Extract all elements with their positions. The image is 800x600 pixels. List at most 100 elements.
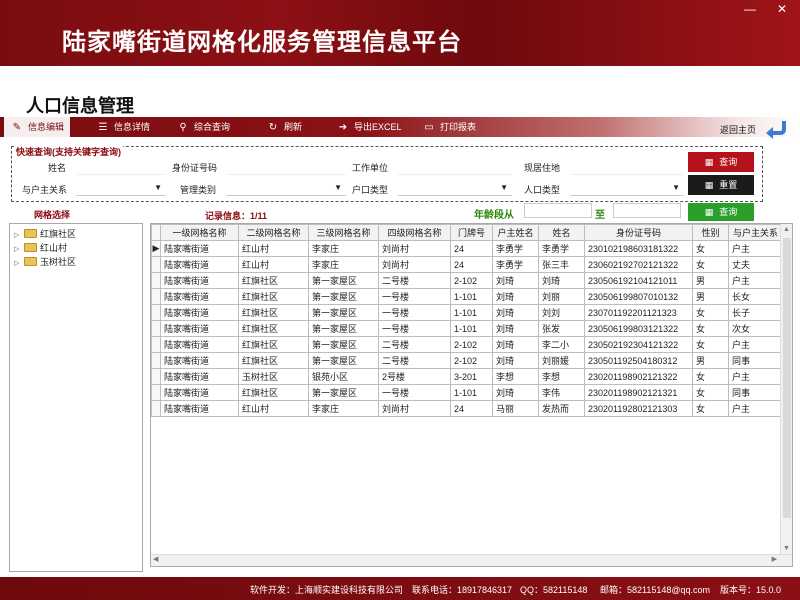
table-cell[interactable]: 230506192104121011 xyxy=(584,272,693,289)
table-row[interactable]: 陆家嘴街道 红旗社区 第一家屋区 一号楼 1-101 刘琦 李伟 23020119890212… xyxy=(151,384,783,401)
table-row[interactable]: ▶ 陆家嘴街道 红山村 李家庄 刘尚村 24 李勇学 李勇学 23010219860318132… xyxy=(151,240,783,257)
table-cell[interactable]: 2-102 xyxy=(450,352,493,369)
table-cell[interactable]: 发热而 xyxy=(538,400,585,417)
table-cell[interactable]: 230201198902121321 xyxy=(584,384,693,401)
table-cell[interactable]: 女 xyxy=(692,336,729,353)
scroll-thumb[interactable] xyxy=(783,238,791,518)
row-selector[interactable] xyxy=(151,352,161,369)
table-cell[interactable]: 玉树社区 xyxy=(238,368,309,385)
combined-search-button[interactable]: ⚲ 综合查询 xyxy=(176,117,230,137)
table-cell[interactable]: 李想 xyxy=(538,368,585,385)
row-selector[interactable] xyxy=(151,400,161,417)
column-header[interactable]: 三级网格名称 xyxy=(308,224,379,241)
table-row[interactable]: 陆家嘴街道 红旗社区 第一家屋区 二号楼 2-102 刘琦 李二小 2305021923041… xyxy=(151,336,783,353)
table-cell[interactable]: 女 xyxy=(692,320,729,337)
table-cell[interactable]: 红山村 xyxy=(238,400,309,417)
table-cell[interactable]: 李勇学 xyxy=(538,240,585,257)
table-cell[interactable]: 银苑小区 xyxy=(308,368,379,385)
table-cell[interactable]: 第一家屋区 xyxy=(308,384,379,401)
table-cell[interactable]: 230506199803121322 xyxy=(584,320,693,337)
table-cell[interactable]: 230701192201121323 xyxy=(584,304,693,321)
table-cell[interactable]: 230502192304121322 xyxy=(584,336,693,353)
minimize-button[interactable]: — xyxy=(742,2,758,16)
table-cell[interactable]: 24 xyxy=(450,400,493,417)
table-cell[interactable]: 陆家嘴街道 xyxy=(160,384,239,401)
return-arrow-icon[interactable] xyxy=(764,117,788,139)
reset-button[interactable]: ▦ 重置 xyxy=(688,175,754,195)
name-input[interactable] xyxy=(76,159,166,175)
table-cell[interactable]: 女 xyxy=(692,240,729,257)
table-cell[interactable]: 李伟 xyxy=(538,384,585,401)
table-cell[interactable]: 马丽 xyxy=(492,400,539,417)
tree-node[interactable]: ▷ 玉树社区 xyxy=(14,255,76,269)
table-cell[interactable]: 户主 xyxy=(728,240,783,257)
table-cell[interactable]: 张发 xyxy=(538,320,585,337)
table-cell[interactable]: 男 xyxy=(692,288,729,305)
table-cell[interactable]: 刘尚村 xyxy=(378,240,451,257)
tree-node[interactable]: ▷ 红山村 xyxy=(14,241,67,255)
table-cell[interactable]: 红山村 xyxy=(238,240,309,257)
tree-node[interactable]: ▷ 红旗社区 xyxy=(14,227,76,241)
table-row[interactable]: 陆家嘴街道 红山村 李家庄 刘尚村 24 马丽 发热而 230201192802121303 女… xyxy=(151,400,783,417)
column-header[interactable]: 性别 xyxy=(692,224,729,241)
table-row[interactable]: 陆家嘴街道 红旗社区 第一家屋区 二号楼 2-102 刘琦 刘琦 23050619210412… xyxy=(151,272,783,289)
table-cell[interactable]: 陆家嘴街道 xyxy=(160,272,239,289)
table-cell[interactable]: 刘丽 xyxy=(538,288,585,305)
quick-search-button[interactable]: ▦ 查询 xyxy=(688,152,754,172)
age-search-button[interactable]: ▦ 查询 xyxy=(688,203,754,221)
table-cell[interactable]: 李勇学 xyxy=(492,240,539,257)
table-cell[interactable]: 次女 xyxy=(728,320,783,337)
mgmt-type-select[interactable]: ▼ xyxy=(226,180,346,196)
table-cell[interactable]: 刘刘 xyxy=(538,304,585,321)
column-header[interactable]: 门牌号 xyxy=(450,224,493,241)
table-cell[interactable]: 刘琦 xyxy=(492,384,539,401)
edit-info-button[interactable]: ✎ 信息编辑 xyxy=(4,117,71,137)
table-cell[interactable]: 陆家嘴街道 xyxy=(160,304,239,321)
table-cell[interactable]: 二号楼 xyxy=(378,336,451,353)
table-cell[interactable]: 2号楼 xyxy=(378,368,451,385)
column-header[interactable]: 户主姓名 xyxy=(492,224,539,241)
column-header[interactable]: 姓名 xyxy=(538,224,585,241)
table-cell[interactable]: 刘丽媛 xyxy=(538,352,585,369)
column-header[interactable]: 一级网格名称 xyxy=(160,224,239,241)
table-cell[interactable]: 一号楼 xyxy=(378,320,451,337)
table-row[interactable]: 陆家嘴街道 红旗社区 第一家屋区 一号楼 1-101 刘琦 张发 23050619980312… xyxy=(151,320,783,337)
table-cell[interactable]: 长子 xyxy=(728,304,783,321)
row-selector[interactable] xyxy=(151,368,161,385)
table-cell[interactable]: 陆家嘴街道 xyxy=(160,368,239,385)
expand-icon[interactable]: ▷ xyxy=(14,257,22,271)
export-excel-button[interactable]: ➜ 导出EXCEL xyxy=(336,117,402,137)
table-cell[interactable]: 230602192702121322 xyxy=(584,256,693,273)
table-cell[interactable]: 李家庄 xyxy=(308,256,379,273)
table-cell[interactable]: 李想 xyxy=(492,368,539,385)
table-cell[interactable]: 24 xyxy=(450,240,493,257)
row-selector[interactable] xyxy=(151,272,161,289)
work-unit-input[interactable] xyxy=(398,159,512,175)
table-cell[interactable]: 李勇学 xyxy=(492,256,539,273)
table-cell[interactable]: 刘琦 xyxy=(538,272,585,289)
horizontal-scrollbar[interactable]: ◀ ▶ xyxy=(151,554,792,566)
row-selector[interactable] xyxy=(151,384,161,401)
column-header[interactable]: 与户主关系 xyxy=(728,224,783,241)
info-detail-button[interactable]: ☰ 信息详情 xyxy=(96,117,151,137)
table-cell[interactable]: 刘琦 xyxy=(492,272,539,289)
table-cell[interactable]: 第一家屋区 xyxy=(308,288,379,305)
table-cell[interactable]: 1-101 xyxy=(450,304,493,321)
table-cell[interactable]: 男 xyxy=(692,272,729,289)
table-cell[interactable]: 陆家嘴街道 xyxy=(160,256,239,273)
table-cell[interactable]: 女 xyxy=(692,304,729,321)
table-cell[interactable]: 红旗社区 xyxy=(238,320,309,337)
table-cell[interactable]: 第一家屋区 xyxy=(308,272,379,289)
table-cell[interactable]: 陆家嘴街道 xyxy=(160,352,239,369)
table-cell[interactable]: 2-102 xyxy=(450,272,493,289)
table-cell[interactable]: 第一家屋区 xyxy=(308,320,379,337)
scroll-left-icon[interactable]: ◀ xyxy=(153,555,158,563)
column-header[interactable]: 四级网格名称 xyxy=(378,224,451,241)
table-row[interactable]: 陆家嘴街道 红旗社区 第一家屋区 一号楼 1-101 刘琦 刘刘 23070119220112… xyxy=(151,304,783,321)
table-cell[interactable]: 户主 xyxy=(728,368,783,385)
table-cell[interactable]: 红旗社区 xyxy=(238,352,309,369)
scroll-down-icon[interactable]: ▼ xyxy=(783,545,790,552)
column-header[interactable]: 二级网格名称 xyxy=(238,224,309,241)
table-cell[interactable]: 陆家嘴街道 xyxy=(160,240,239,257)
table-cell[interactable]: 陆家嘴街道 xyxy=(160,336,239,353)
